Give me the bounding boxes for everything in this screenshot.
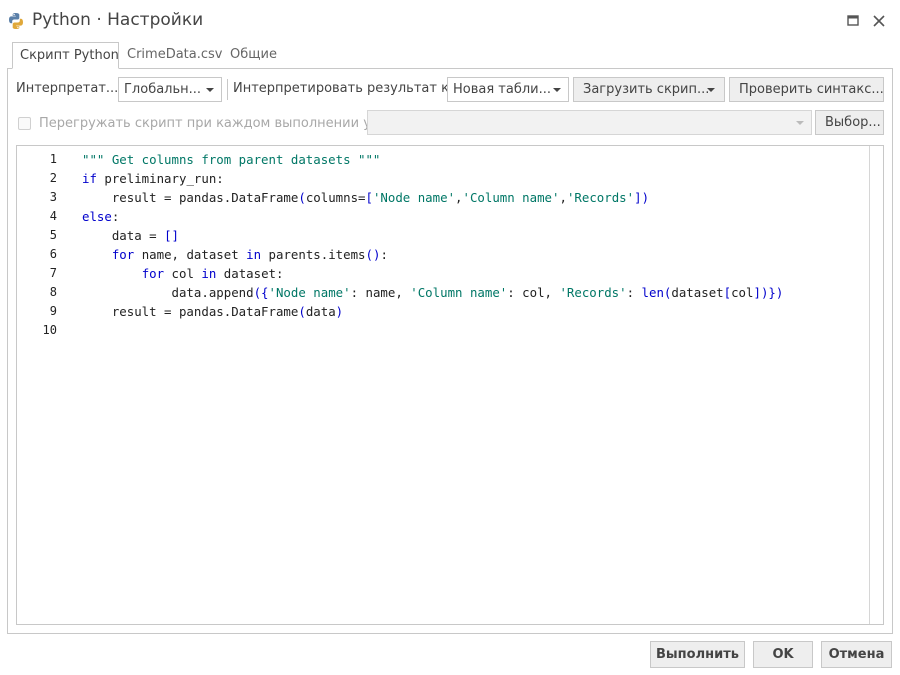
code-line: result = pandas.DataFrame(columns=['Node… (82, 190, 650, 205)
code-line: result = pandas.DataFrame(data) (82, 304, 344, 319)
chevron-down-icon (796, 121, 804, 125)
code-line: data = [] (82, 228, 179, 243)
code-line: for name, dataset in parents.items(): (111, 247, 388, 262)
line-number: 1 (49, 152, 57, 166)
interpreter-label: Интерпретат... (16, 81, 119, 96)
chevron-down-icon (707, 88, 715, 92)
cancel-button[interactable]: Отмена (821, 641, 892, 668)
line-number: 6 (49, 247, 57, 261)
load-script-label: Загрузить скрип... (583, 82, 710, 97)
code-line: for col in dataset: (141, 266, 284, 281)
interpreter-select-value: Глобальн... (124, 82, 202, 97)
window-title: Python · Настройки (32, 10, 204, 30)
line-number: 4 (49, 209, 57, 223)
browse-label: Выбор... (825, 115, 881, 130)
tab-python-script[interactable]: Скрипт Python (12, 42, 119, 69)
line-number: 9 (49, 304, 57, 318)
line-number: 2 (49, 171, 57, 185)
reload-script-checkbox[interactable] (18, 117, 31, 130)
chevron-down-icon (206, 88, 214, 92)
reload-script-label: Перегружать скрипт при каждом выполнении… (39, 116, 395, 131)
result-target-select[interactable]: Новая табли... (447, 77, 569, 102)
browse-button[interactable]: Выбор... (815, 110, 884, 135)
code-content[interactable]: """ Get columns from parent datasets """… (82, 150, 783, 340)
python-icon (7, 12, 25, 30)
close-icon[interactable] (870, 12, 888, 30)
title-bar: Python · Настройки (0, 0, 900, 42)
chevron-down-icon (553, 88, 561, 92)
check-syntax-button[interactable]: Проверить синтакс... (729, 77, 884, 102)
run-button[interactable]: Выполнить (650, 641, 745, 668)
editor-scrollbar[interactable] (869, 146, 883, 624)
line-number: 5 (49, 228, 57, 242)
tab-general[interactable]: Общие (230, 42, 277, 69)
interpret-result-label: Интерпретировать результат к... (233, 81, 462, 96)
tab-crimedata[interactable]: CrimeData.csv (127, 42, 222, 69)
toolbar-divider (227, 79, 228, 100)
line-number: 7 (49, 266, 57, 280)
code-editor[interactable]: 1 2 3 4 5 6 7 8 9 10 """ Get columns fro… (16, 145, 884, 625)
check-syntax-label: Проверить синтакс... (739, 82, 884, 97)
line-number: 8 (49, 285, 57, 299)
code-line: if preliminary_run: (82, 171, 224, 186)
maximize-icon[interactable] (844, 12, 862, 30)
code-line: data.append({'Node name': name, 'Column … (82, 285, 784, 300)
code-line: """ Get columns from parent datasets """ (82, 152, 381, 167)
code-line: else: (82, 209, 120, 224)
script-path-select[interactable] (367, 110, 812, 135)
line-number: 10 (42, 323, 57, 337)
load-script-button[interactable]: Загрузить скрип... (573, 77, 725, 102)
line-number-gutter: 1 2 3 4 5 6 7 8 9 10 (17, 150, 57, 340)
result-target-value: Новая табли... (453, 82, 552, 97)
line-number: 3 (49, 190, 57, 204)
interpreter-select[interactable]: Глобальн... (118, 77, 222, 102)
ok-button[interactable]: OK (753, 641, 813, 668)
